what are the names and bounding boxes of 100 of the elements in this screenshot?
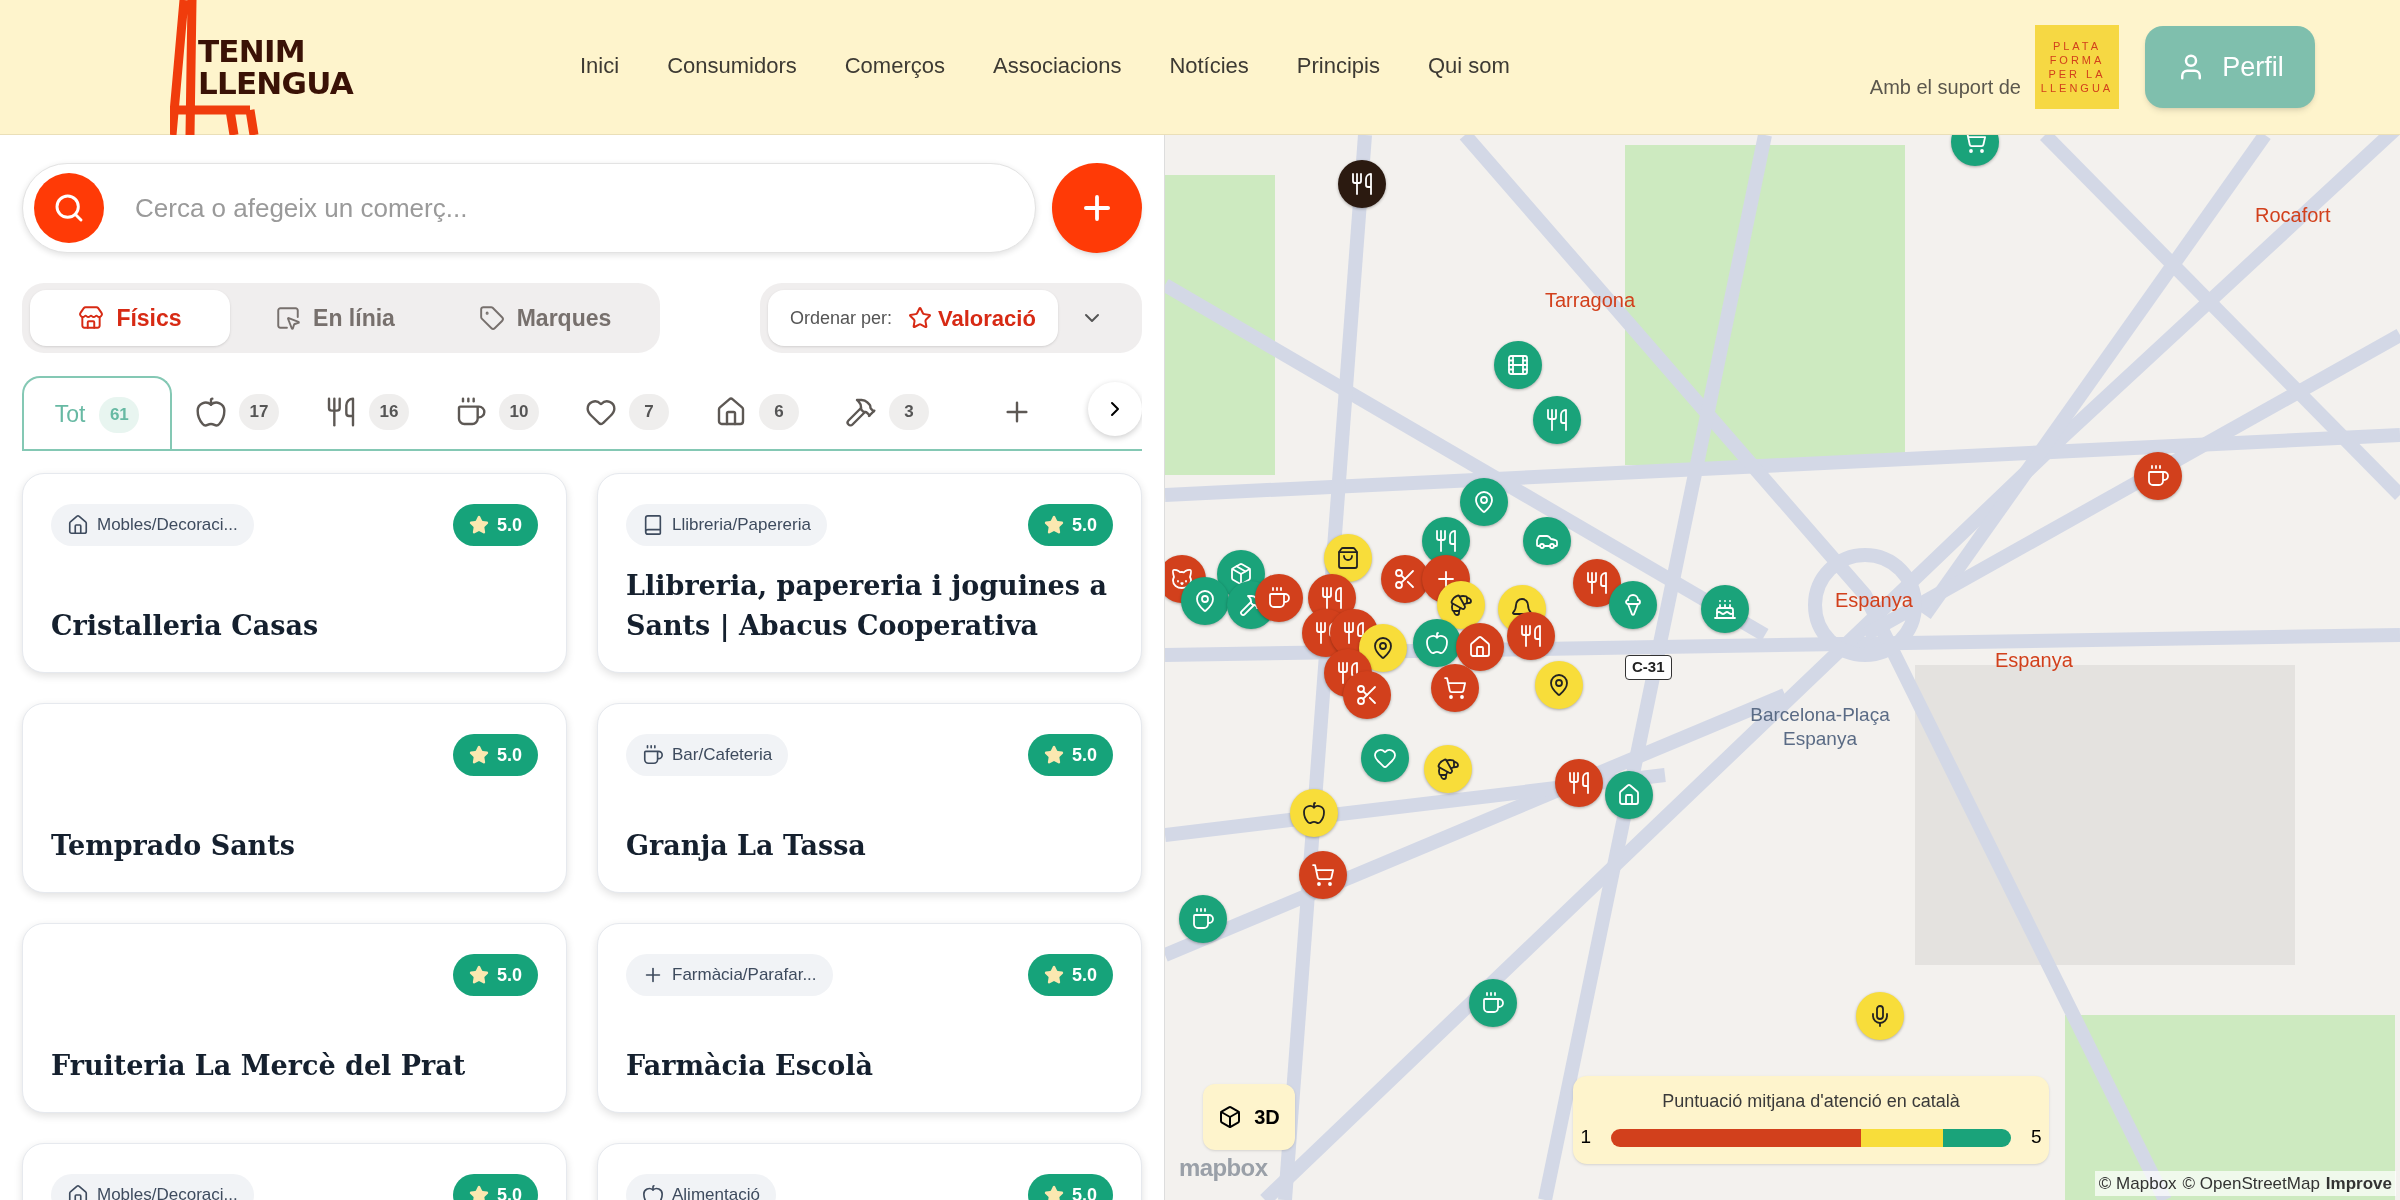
shop-card[interactable]: Farmàcia/Parafar... 5.0 Farmàcia Escolà	[597, 923, 1142, 1113]
partner-logo-text: PER LA	[2048, 67, 2106, 81]
cart-icon	[1311, 863, 1335, 887]
house-icon	[1617, 783, 1641, 807]
shop-name: Farmàcia Escolà	[626, 1049, 875, 1083]
film-icon	[1506, 353, 1530, 377]
tag-icon	[478, 305, 505, 331]
map-marker[interactable]	[1255, 574, 1303, 622]
map-marker[interactable]	[1605, 771, 1653, 819]
shop-card[interactable]: Llibreria/Papereria 5.0 Llibreria, papereria i joguines a Sants | Abacus Cooperativa	[597, 473, 1142, 673]
map-marker[interactable]	[1456, 623, 1504, 671]
view-tab[interactable]: En línia	[230, 290, 440, 346]
map-marker[interactable]	[1431, 664, 1479, 712]
sort-control[interactable]: Ordenar per: Valoració	[760, 283, 1142, 353]
map-marker[interactable]	[1343, 671, 1391, 719]
nav-link[interactable]: Principis	[1296, 48, 1380, 82]
map-marker[interactable]	[1533, 396, 1581, 444]
rating-badge: 5.0	[1027, 954, 1113, 996]
map-label: Tarragona	[1545, 288, 1636, 313]
nav-link[interactable]: Consumidors	[667, 48, 797, 82]
map-marker[interactable]	[1338, 160, 1386, 208]
map-marker[interactable]	[1299, 851, 1347, 899]
map-marker[interactable]	[1413, 619, 1461, 667]
croissant-icon	[1436, 757, 1460, 781]
utensils-icon	[1434, 529, 1458, 553]
map-marker[interactable]	[1361, 734, 1409, 782]
category-chip: Bar/Cafeteria	[626, 734, 789, 776]
tenim-llengua-logo[interactable]: TENIM LLENGUA	[170, 0, 360, 135]
utensils-icon	[1350, 172, 1374, 196]
search-field[interactable]: Cerca o afegeix un comerç...	[22, 163, 1036, 253]
map-marker[interactable]	[1494, 341, 1542, 389]
cat-icon	[1170, 567, 1194, 591]
map-marker[interactable]	[1573, 559, 1621, 607]
attribution-link[interactable]: Improve	[2325, 1170, 2392, 1196]
rating-badge: 5.0	[452, 504, 538, 546]
category-tab[interactable]: 10	[432, 376, 562, 449]
apple-icon	[1302, 801, 1326, 825]
map-marker[interactable]	[1609, 581, 1657, 629]
category-tab[interactable]: 6	[692, 376, 822, 449]
road-shield: C-31	[1625, 655, 1672, 680]
map-marker[interactable]	[1535, 661, 1583, 709]
shop-card[interactable]: Bar/Cafeteria 5.0 Granja La Tassa	[597, 703, 1142, 893]
shop-card[interactable]: Alimentació 5.0	[597, 1143, 1142, 1200]
map-marker[interactable]	[1701, 585, 1749, 633]
nav-link[interactable]: Inici	[580, 48, 620, 82]
count-badge: 7	[629, 393, 669, 430]
map-marker[interactable]	[2134, 452, 2182, 500]
star-icon	[1043, 515, 1064, 535]
utensils-icon	[1342, 621, 1366, 645]
sort-value: Valoració	[908, 301, 1036, 335]
legend-title: Puntuació mitjana d'atenció en català	[1662, 1090, 1960, 1114]
view-tab[interactable]: Físics	[30, 290, 230, 346]
map-marker[interactable]	[1424, 745, 1472, 793]
shop-card[interactable]: Mobles/Decoraci... 5.0	[22, 1143, 567, 1200]
map-marker[interactable]	[1179, 895, 1227, 943]
cup-icon	[1191, 907, 1215, 931]
cup-icon	[642, 744, 664, 766]
map-marker[interactable]	[1523, 517, 1571, 565]
partner-logo-text: LLENGUA	[2040, 81, 2114, 95]
shop-name: Granja La Tassa	[626, 829, 867, 863]
shop-name: Llibreria, papereria i joguines a Sants | Abacus Cooperativa	[626, 569, 1108, 644]
utensils-icon	[1320, 586, 1344, 610]
map-marker[interactable]	[1856, 992, 1904, 1040]
map-marker[interactable]	[1469, 979, 1517, 1027]
category-tab[interactable]: 3	[822, 376, 952, 449]
map-label: Espanya	[1835, 588, 1913, 613]
utensils-icon	[1545, 408, 1569, 432]
nav-link[interactable]: Notícies	[1169, 48, 1249, 82]
map-marker[interactable]	[1555, 759, 1603, 807]
category-tab[interactable]: 16	[302, 376, 432, 449]
3d-button[interactable]: 3D	[1203, 1084, 1295, 1150]
utensils-icon	[1519, 624, 1543, 648]
category-tab[interactable]: 17	[172, 376, 302, 449]
package-icon	[1229, 562, 1253, 586]
nav-link[interactable]: Qui som	[1428, 48, 1510, 82]
shop-card[interactable]: 5.0 Fruiteria La Mercè del Prat	[22, 923, 567, 1113]
map-marker[interactable]	[1290, 789, 1338, 837]
view-tab[interactable]: Marques	[440, 290, 650, 346]
map-label: Barcelona-Plaça Espanya	[1749, 703, 1891, 751]
category-chip: Alimentació	[626, 1174, 776, 1200]
cup-icon	[455, 395, 487, 428]
map-marker[interactable]	[1507, 612, 1555, 660]
category-label: Tot	[54, 400, 86, 430]
attribution-link[interactable]: © OpenStreetMap	[2182, 1170, 2320, 1196]
shop-card[interactable]: 5.0 Temprado Sants	[22, 703, 567, 893]
utensils-icon	[325, 395, 357, 428]
nav-link[interactable]: Comerços	[844, 48, 945, 82]
sort-label: Ordenar per:	[790, 306, 893, 330]
cup-icon	[1267, 586, 1291, 610]
map-marker[interactable]	[1460, 478, 1508, 526]
map-marker[interactable]	[1324, 534, 1372, 582]
scissors-icon	[1355, 683, 1379, 707]
category-tab[interactable]: 7	[562, 376, 692, 449]
nav-link[interactable]: Associacions	[993, 48, 1122, 82]
attribution-link[interactable]: © Mapbox	[2098, 1170, 2177, 1196]
logo-text: LLENGUA	[198, 67, 355, 99]
map-marker[interactable]	[1181, 577, 1229, 625]
map[interactable]: Tarragona Rocafort Espanya Espanya Barcelona-Plaça Espanya C-31 3D mapbox Puntuació mitjana d'atenció en català 1 5 © Mapbox © OpenStreetMap Improve	[1165, 135, 2400, 1200]
support-text: Amb el suport de	[1869, 75, 2021, 100]
shop-card[interactable]: Mobles/Decoraci... 5.0 Cristalleria Casas	[22, 473, 567, 673]
